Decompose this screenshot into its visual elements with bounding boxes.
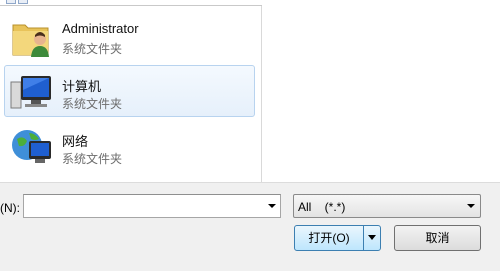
user-folder-icon <box>12 24 49 57</box>
previous-item-edge <box>0 0 262 6</box>
list-item-computer[interactable]: 计算机 系统文件夹 <box>4 65 255 117</box>
filename-input[interactable] <box>23 194 281 218</box>
item-type: 系统文件夹 <box>62 152 123 166</box>
chevron-down-icon[interactable] <box>268 204 276 208</box>
open-dropdown-button[interactable] <box>363 225 381 251</box>
computer-icon <box>10 76 51 109</box>
item-type: 系统文件夹 <box>62 97 123 111</box>
item-name: 计算机 <box>62 79 102 94</box>
filetype-select[interactable]: All (*.*) <box>293 194 481 218</box>
list-empty-area <box>262 0 500 182</box>
partial-checkbox-icon <box>18 0 28 4</box>
cancel-button[interactable]: 取消 <box>394 225 481 251</box>
item-type: 系统文件夹 <box>62 42 123 56</box>
list-item-network[interactable]: 网络 系统文件夹 <box>4 120 255 172</box>
open-button[interactable]: 打开(O) <box>294 225 364 251</box>
folder-list: Administrator 系统文件夹 计算机 系统文件夹 网络 系统文件夹 <box>0 0 262 182</box>
filename-label: (N): <box>0 201 20 215</box>
chevron-down-icon[interactable] <box>467 204 475 208</box>
item-name: Administrator <box>62 21 139 36</box>
network-icon <box>12 130 51 163</box>
partial-checkbox-icon <box>6 0 16 4</box>
list-item-administrator[interactable]: Administrator 系统文件夹 <box>4 10 255 62</box>
dialog-footer: (N): All (*.*) 打开(O) 取消 <box>0 182 500 271</box>
chevron-down-icon <box>368 235 376 240</box>
filetype-value: All (*.*) <box>298 200 346 214</box>
item-name: 网络 <box>62 134 89 149</box>
